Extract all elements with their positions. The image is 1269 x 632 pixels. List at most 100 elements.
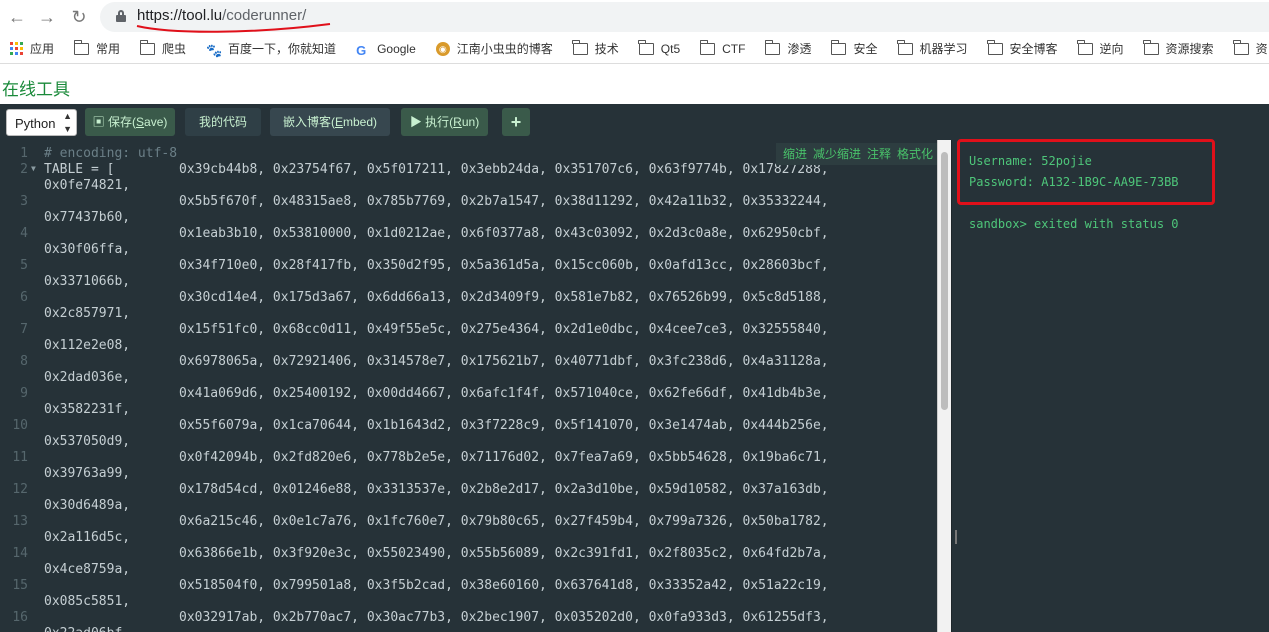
folder-icon: [830, 39, 847, 55]
output-status: sandbox> exited with status 0: [969, 217, 1179, 231]
code-hex-wrap: 0x537050d9,: [44, 434, 131, 449]
bookmark-item[interactable]: 技术: [572, 39, 619, 57]
run-hotkey: R: [453, 115, 462, 129]
bookmark-item[interactable]: 应用: [10, 40, 54, 57]
code-hex-wrap: 0x39763a99,: [44, 466, 131, 481]
bookmark-label: 爬虫: [162, 42, 187, 56]
bookmark-item[interactable]: 常用: [73, 39, 121, 57]
line-number: 14: [12, 546, 28, 561]
folder-icon: [139, 39, 156, 55]
red-box-annotation: [957, 139, 1215, 205]
code-hex-wrap: 0x30d6489a,: [44, 498, 131, 513]
bookmark-item[interactable]: 安全博客: [987, 39, 1058, 57]
play-icon: ▶: [409, 115, 422, 129]
bookmark-item[interactable]: 渗透: [764, 39, 812, 57]
code-hex-row: 0x63866e1b, 0x3f920e3c, 0x55023490, 0x55…: [179, 546, 829, 561]
bookmark-label: Google: [377, 41, 416, 56]
bookmarks-bar: 应用 常用 爬虫 🐾 百度一下，你就知道 G Google ◉ 江南小虫虫的博客 技术 Qt5 CTF…: [0, 34, 1269, 64]
run-button[interactable]: ▶ 执行(Run): [401, 108, 488, 136]
language-value: Python: [15, 116, 56, 131]
scroll-thumb[interactable]: [941, 152, 948, 410]
bookmark-label: 安全: [853, 42, 878, 56]
bookmark-item[interactable]: CTF: [699, 39, 746, 56]
code-hex-row: 0x0f42094b, 0x2fd820e6, 0x778b2e5e, 0x71…: [179, 450, 829, 465]
bookmark-item[interactable]: ◉ 江南小虫虫的博客: [435, 40, 553, 57]
line-number: 4: [20, 226, 28, 241]
code-hex-wrap: 0x3582231f,: [44, 402, 131, 417]
forward-icon[interactable]: →: [36, 6, 58, 28]
editor-hint-item[interactable]: 注释: [867, 147, 891, 161]
bookmark-item[interactable]: 资: [1233, 39, 1268, 57]
lock-icon: [116, 10, 126, 22]
bookmark-label: 常用: [96, 42, 121, 56]
bookmark-label: 资: [1255, 42, 1268, 56]
add-button[interactable]: +: [502, 108, 530, 136]
bookmark-item[interactable]: 爬虫: [139, 39, 187, 57]
code-hex-row: 0x5b5f670f, 0x48315ae8, 0x785b7769, 0x2b…: [179, 194, 829, 209]
embed-label-suffix: mbed): [343, 115, 378, 129]
editor-scrollbar[interactable]: [937, 140, 951, 632]
bookmark-label: Qt5: [660, 41, 681, 56]
line-number: 7: [20, 322, 28, 337]
address-row: ← → ↻ https://tool.lu/coderunner/: [0, 0, 1269, 34]
code-table-decl: TABLE = [: [44, 162, 115, 177]
code-hex-row: 0x1eab3b10, 0x53810000, 0x1d0212ae, 0x6f…: [179, 226, 829, 241]
line-number: 13: [12, 514, 28, 529]
code-hex-wrap: 0x4ce8759a,: [44, 562, 131, 577]
google-icon: G: [356, 42, 367, 58]
code-editor[interactable]: 1 # encoding: utf-8 ▼ TABLE = [ 2 0x39cb4…: [0, 140, 937, 632]
my-code-button[interactable]: 我的代码: [185, 108, 261, 136]
bookmark-item[interactable]: 安全: [830, 39, 878, 57]
bookmark-item[interactable]: Qt5: [638, 39, 681, 56]
editor-hint-bar: 缩进 减少缩进 注释 格式化: [776, 143, 941, 165]
bookmark-item[interactable]: G Google: [356, 41, 416, 58]
bookmark-label: CTF: [722, 41, 746, 56]
bookmark-label: 应用: [30, 42, 55, 56]
bug-icon: ◉: [435, 41, 450, 56]
save-button[interactable]: ▣ 保存(Save): [85, 108, 175, 136]
bookmark-item[interactable]: 资源搜索: [1143, 39, 1214, 57]
my-code-label: 我的代码: [198, 115, 247, 129]
code-hex-wrap: 0x085c5851,: [44, 594, 131, 609]
bookmark-label: 渗透: [787, 42, 812, 56]
bookmark-item[interactable]: 逆向: [1077, 39, 1124, 57]
back-icon[interactable]: ←: [6, 6, 28, 28]
line-number: 10: [12, 418, 28, 433]
bookmark-item[interactable]: 机器学习: [897, 39, 968, 57]
run-label-suffix: un): [461, 115, 480, 129]
code-hex-wrap: 0x2dad036e,: [44, 370, 131, 385]
line-number: 8: [20, 354, 28, 369]
bookmark-item[interactable]: 🐾 百度一下，你就知道: [206, 40, 336, 58]
reload-icon[interactable]: ↻: [68, 6, 90, 28]
apps-icon: [10, 42, 23, 55]
code-hex-row: 0x34f710e0, 0x28f417fb, 0x350d2f95, 0x5a…: [179, 258, 829, 273]
editor-hint-item[interactable]: 缩进: [783, 147, 807, 161]
site-title[interactable]: 在线工具: [2, 75, 70, 100]
pane-splitter[interactable]: [951, 140, 959, 632]
save-hotkey: S: [136, 115, 145, 129]
code-hex-wrap: 0x30f06ffa,: [44, 242, 131, 257]
code-hex-row: 0x178d54cd, 0x01246e88, 0x3313537e, 0x2b…: [179, 482, 829, 497]
line-number: 5: [20, 258, 28, 273]
baidu-paw-icon: 🐾: [206, 42, 223, 58]
line-number: 12: [12, 482, 28, 497]
code-hex-wrap: 0x0fe74821,: [44, 178, 131, 193]
folder-icon: [1233, 39, 1249, 55]
bookmark-label: 技术: [594, 42, 619, 56]
embed-button[interactable]: 嵌入博客(Embed): [270, 108, 390, 136]
folder-icon: [73, 39, 90, 55]
code-hex-wrap: 0x3371066b,: [44, 274, 131, 289]
folder-icon: [1077, 39, 1093, 55]
language-select[interactable]: Python ▲ ▼: [6, 109, 77, 136]
line-number: 16: [12, 610, 28, 625]
fold-arrow-icon[interactable]: ▼: [31, 164, 36, 173]
bookmark-label: 江南小虫虫的博客: [456, 42, 553, 56]
bookmark-label: 逆向: [1099, 42, 1124, 56]
editor-hint-item[interactable]: 减少缩进: [813, 147, 861, 161]
line-number: 15: [12, 578, 28, 593]
line-number: 2: [20, 162, 28, 177]
save-label-suffix: ave): [144, 115, 168, 129]
editor-hint-item[interactable]: 格式化: [897, 147, 933, 161]
browser-chrome: ← → ↻ https://tool.lu/coderunner/ 应用 常用 爬虫…: [0, 0, 1269, 64]
code-hex-row: 0x41a069d6, 0x25400192, 0x00dd4667, 0x6a…: [179, 386, 829, 401]
